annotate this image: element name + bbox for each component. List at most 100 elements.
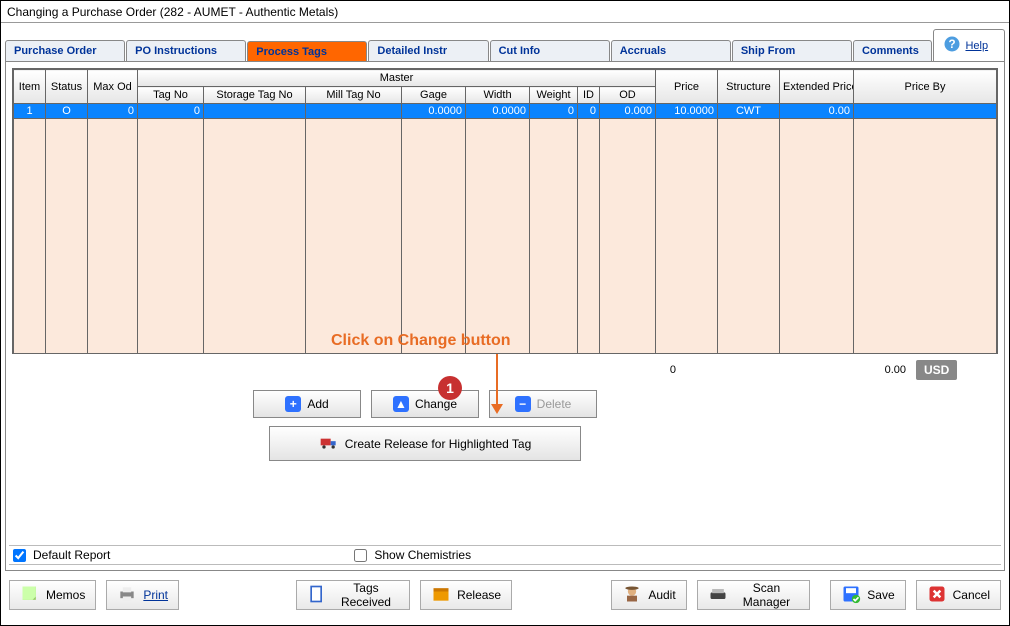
annotation-arrow-icon <box>496 354 498 412</box>
save-icon <box>841 584 861 607</box>
col-price[interactable]: Price <box>656 70 718 104</box>
col-maxod[interactable]: Max Od <box>88 70 138 104</box>
printer-icon <box>117 584 137 607</box>
triangle-up-icon: ▲ <box>393 396 409 412</box>
col-stgno[interactable]: Storage Tag No <box>204 87 306 104</box>
tab-process-tags[interactable]: Process Tags <box>247 41 367 62</box>
summary-ext-total: 0.00 <box>846 364 906 376</box>
grid-container: Item Status Max Od Master Price Structur… <box>12 68 998 354</box>
create-release-label: Create Release for Highlighted Tag <box>345 437 532 451</box>
help-label: Help <box>965 40 988 52</box>
col-width[interactable]: Width <box>466 87 530 104</box>
memos-label: Memos <box>46 588 85 602</box>
window-title: Changing a Purchase Order (282 - AUMET -… <box>1 1 1009 23</box>
delete-label: Delete <box>537 397 572 411</box>
svg-text:?: ? <box>949 38 956 51</box>
tab-accruals[interactable]: Accruals <box>611 40 731 61</box>
tab-comments[interactable]: Comments <box>853 40 932 61</box>
annotation-step-badge: 1 <box>438 376 462 400</box>
release-button-row: Create Release for Highlighted Tag <box>0 426 998 461</box>
delete-button[interactable]: − Delete <box>489 390 597 418</box>
minus-icon: − <box>515 396 531 412</box>
tab-purchase-order[interactable]: Purchase Order <box>5 40 125 61</box>
save-label: Save <box>867 588 894 602</box>
scan-manager-button[interactable]: Scan Manager <box>697 580 811 610</box>
annotation-text: Click on Change button <box>331 332 511 350</box>
add-button[interactable]: + Add <box>253 390 361 418</box>
col-od[interactable]: OD <box>600 87 656 104</box>
summary-row: 0 0.00 USD <box>12 358 998 382</box>
detective-icon <box>622 584 642 607</box>
cell-weight: 0 <box>530 104 578 119</box>
col-millno[interactable]: Mill Tag No <box>306 87 402 104</box>
scanner-icon <box>708 584 728 607</box>
col-priceby[interactable]: Price By <box>854 70 997 104</box>
tab-cut-info[interactable]: Cut Info <box>490 40 610 61</box>
cell-price: 10.0000 <box>656 104 718 119</box>
release-button[interactable]: Release <box>420 580 512 610</box>
tab-ship-from[interactable]: Ship From <box>732 40 852 61</box>
tags-received-button[interactable]: Tags Received <box>296 580 410 610</box>
cell-tagno: 0 <box>138 104 204 119</box>
cell-structure: CWT <box>718 104 780 119</box>
scan-manager-label: Scan Manager <box>734 581 800 609</box>
options-row: Default Report Show Chemistries <box>9 545 1001 565</box>
plus-icon: + <box>285 396 301 412</box>
grid-empty-area <box>14 119 997 355</box>
cell-item: 1 <box>14 104 46 119</box>
col-id[interactable]: ID <box>578 87 600 104</box>
show-chemistries-input[interactable] <box>354 549 367 562</box>
show-chemistries-checkbox[interactable]: Show Chemistries <box>350 546 471 565</box>
col-item[interactable]: Item <box>14 70 46 104</box>
cell-millno <box>306 104 402 119</box>
cell-extprice: 0.00 <box>780 104 854 119</box>
cell-maxod: 0 <box>88 104 138 119</box>
memos-button[interactable]: Memos <box>9 580 96 610</box>
col-extprice[interactable]: Extended Price <box>780 70 854 104</box>
audit-label: Audit <box>648 588 675 602</box>
cell-width: 0.0000 <box>466 104 530 119</box>
cancel-label: Cancel <box>953 588 990 602</box>
default-report-label: Default Report <box>33 548 110 562</box>
cell-gage: 0.0000 <box>402 104 466 119</box>
tab-detailed-instr[interactable]: Detailed Instr <box>368 40 488 61</box>
change-button[interactable]: ▲ Change <box>371 390 479 418</box>
print-label: Print <box>143 588 168 602</box>
print-button[interactable]: Print <box>106 580 179 610</box>
save-button[interactable]: Save <box>830 580 905 610</box>
col-structure[interactable]: Structure <box>718 70 780 104</box>
cell-stgno <box>204 104 306 119</box>
tab-panel: Item Status Max Od Master Price Structur… <box>5 61 1005 571</box>
currency-badge: USD <box>916 360 957 380</box>
show-chemistries-label: Show Chemistries <box>374 548 471 562</box>
col-tagno[interactable]: Tag No <box>138 87 204 104</box>
add-label: Add <box>307 397 328 411</box>
cell-od: 0.000 <box>600 104 656 119</box>
create-release-button[interactable]: Create Release for Highlighted Tag <box>269 426 581 461</box>
default-report-input[interactable] <box>13 549 26 562</box>
audit-button[interactable]: Audit <box>611 580 686 610</box>
process-tags-grid[interactable]: Item Status Max Od Master Price Structur… <box>13 69 997 354</box>
cancel-button[interactable]: Cancel <box>916 580 1001 610</box>
default-report-checkbox[interactable]: Default Report <box>9 546 110 565</box>
col-weight[interactable]: Weight <box>530 87 578 104</box>
tab-po-instructions[interactable]: PO Instructions <box>126 40 246 61</box>
col-master[interactable]: Master <box>138 70 656 87</box>
truck-icon <box>319 432 339 455</box>
bottom-toolbar: Memos Print Tags Received Release Audit … <box>9 577 1001 613</box>
document-icon <box>307 584 327 607</box>
tags-received-label: Tags Received <box>333 581 399 609</box>
cell-status: O <box>46 104 88 119</box>
note-icon <box>20 584 40 607</box>
col-gage[interactable]: Gage <box>402 87 466 104</box>
col-status[interactable]: Status <box>46 70 88 104</box>
cell-priceby <box>854 104 997 119</box>
table-row[interactable]: 1 O 0 0 0.0000 0.0000 0 0 0.000 10.0000 … <box>14 104 997 119</box>
cancel-icon <box>927 584 947 607</box>
help-link[interactable]: ? Help <box>933 29 1005 61</box>
help-icon: ? <box>942 34 962 57</box>
tab-strip: Purchase Order PO Instructions Process T… <box>5 29 1005 61</box>
cell-id: 0 <box>578 104 600 119</box>
summary-weight: 0 <box>626 364 676 376</box>
release-label: Release <box>457 588 501 602</box>
